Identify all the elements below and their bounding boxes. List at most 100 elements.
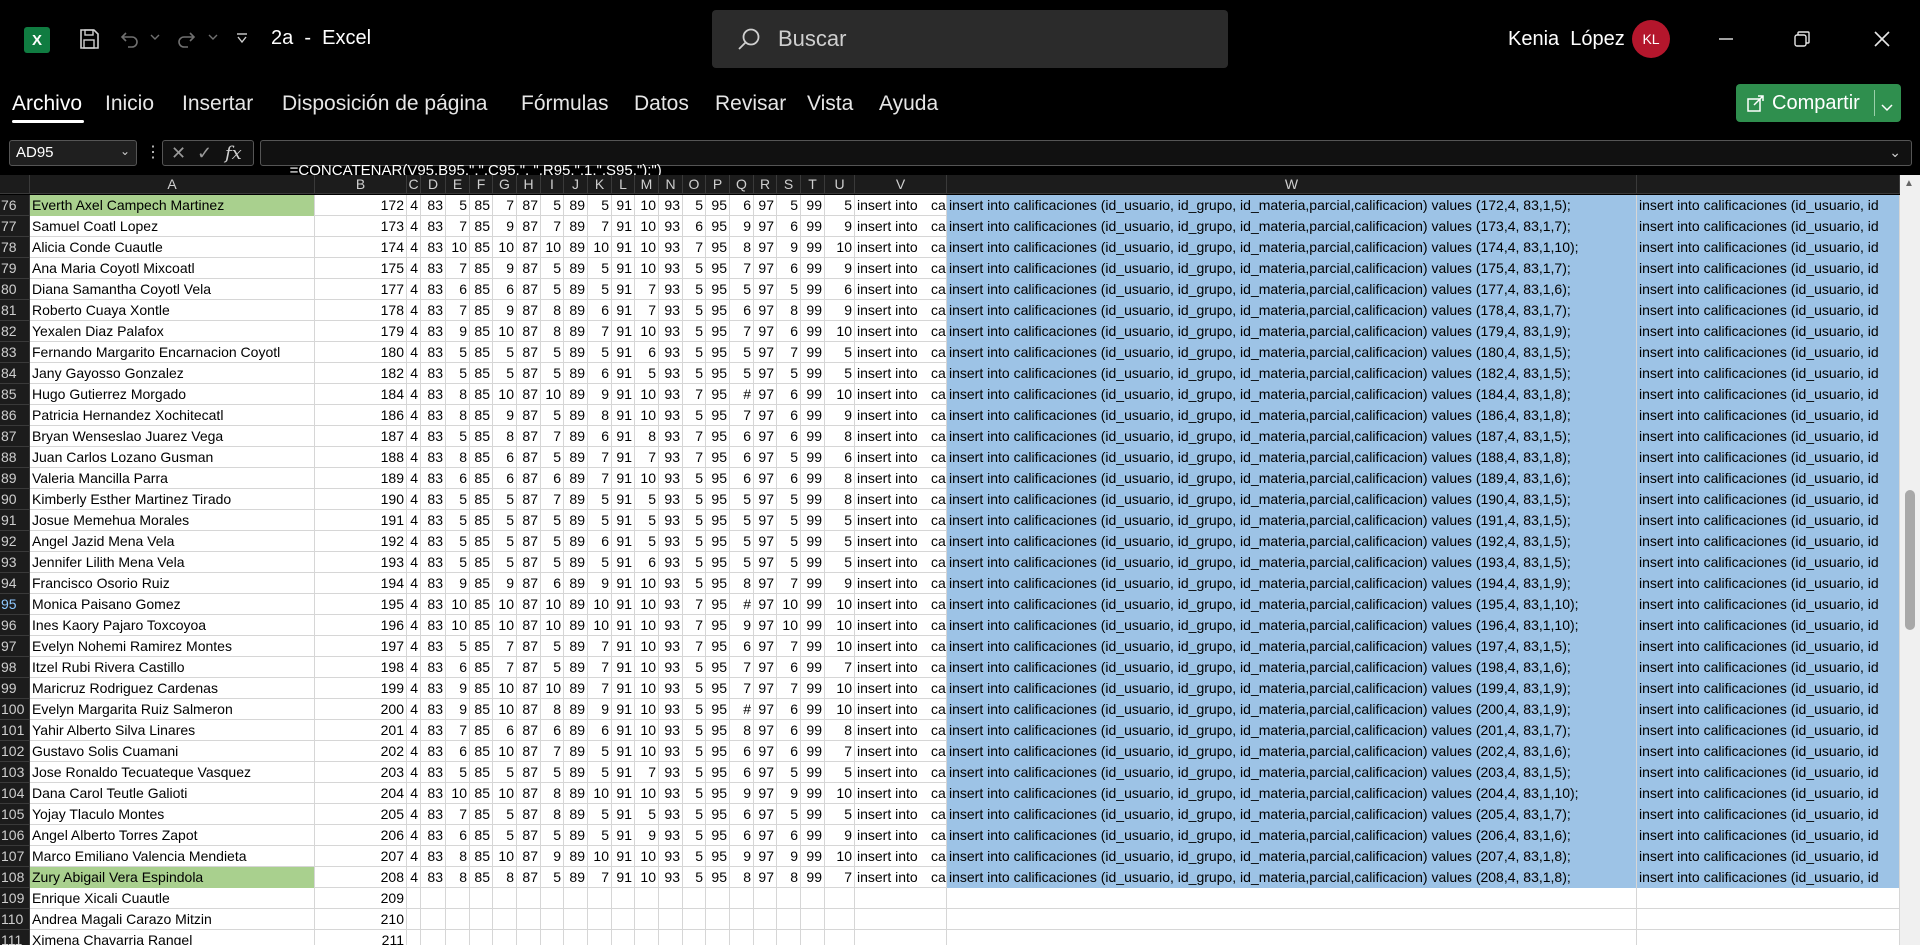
cell-s[interactable]: 6 xyxy=(777,258,801,279)
cell-r[interactable]: 97 xyxy=(754,762,777,783)
cell-m[interactable]: 10 xyxy=(635,846,659,867)
expand-formula-bar-icon[interactable]: ⌄ xyxy=(1889,144,1901,161)
cell-l[interactable]: 91 xyxy=(612,741,635,762)
cell-a[interactable]: Juan Carlos Lozano Gusman xyxy=(30,447,315,468)
cell-i[interactable]: 5 xyxy=(541,342,564,363)
cell-t[interactable]: 99 xyxy=(801,237,825,258)
cell-v[interactable]: insert into ca xyxy=(855,258,947,279)
cell-r[interactable]: 97 xyxy=(754,636,777,657)
cell-o[interactable]: 5 xyxy=(683,258,706,279)
cell-v[interactable]: insert into ca xyxy=(855,552,947,573)
cell-t[interactable]: 99 xyxy=(801,762,825,783)
cell-i[interactable]: 8 xyxy=(541,300,564,321)
cell-j[interactable]: 89 xyxy=(564,216,588,237)
cell-c[interactable]: 4 xyxy=(407,741,421,762)
cell-k[interactable]: 9 xyxy=(588,573,612,594)
cell-t[interactable]: 99 xyxy=(801,720,825,741)
cell-r[interactable]: 97 xyxy=(754,720,777,741)
enter-icon[interactable]: ✓ xyxy=(197,143,212,164)
cell-v[interactable] xyxy=(855,888,947,909)
cell-next[interactable]: insert into calificaciones (id_usuario, … xyxy=(1637,426,1900,447)
cell-e[interactable]: 8 xyxy=(446,447,470,468)
cell-t[interactable]: 99 xyxy=(801,657,825,678)
cell-j[interactable]: 89 xyxy=(564,279,588,300)
cell-v[interactable]: insert into ca xyxy=(855,573,947,594)
minimize-icon[interactable] xyxy=(1706,22,1746,56)
cell-j[interactable]: 89 xyxy=(564,342,588,363)
cell-next[interactable]: insert into calificaciones (id_usuario, … xyxy=(1637,741,1900,762)
cell-i[interactable]: 8 xyxy=(541,783,564,804)
cell-r[interactable]: 97 xyxy=(754,468,777,489)
cell-l[interactable]: 91 xyxy=(612,636,635,657)
cell-h[interactable]: 87 xyxy=(517,237,541,258)
cell-p[interactable]: 95 xyxy=(706,300,730,321)
cell-q[interactable]: 9 xyxy=(730,216,754,237)
cell-s[interactable]: 5 xyxy=(777,531,801,552)
cell-l[interactable]: 91 xyxy=(612,300,635,321)
cell-q[interactable]: 9 xyxy=(730,846,754,867)
cell-m[interactable]: 9 xyxy=(635,825,659,846)
cell-e[interactable]: 10 xyxy=(446,615,470,636)
cell-k[interactable]: 6 xyxy=(588,531,612,552)
tab-insertar[interactable]: Insertar xyxy=(182,92,253,116)
cell-s[interactable]: 9 xyxy=(777,783,801,804)
cell-g[interactable]: 6 xyxy=(493,279,517,300)
cell-d[interactable]: 83 xyxy=(421,867,446,888)
cell-r[interactable]: 97 xyxy=(754,615,777,636)
cell-j[interactable]: 89 xyxy=(564,699,588,720)
cell-f[interactable]: 85 xyxy=(470,804,493,825)
cell-p[interactable]: 95 xyxy=(706,363,730,384)
cell-p[interactable]: 95 xyxy=(706,636,730,657)
cell-b[interactable]: 178 xyxy=(315,300,407,321)
cell-p[interactable]: 95 xyxy=(706,342,730,363)
cell-f[interactable]: 85 xyxy=(470,762,493,783)
cell-b[interactable]: 189 xyxy=(315,468,407,489)
cell-n[interactable]: 93 xyxy=(659,300,683,321)
cell-p[interactable] xyxy=(706,909,730,930)
cell-t[interactable]: 99 xyxy=(801,573,825,594)
cell-r[interactable]: 97 xyxy=(754,783,777,804)
cell-k[interactable]: 5 xyxy=(588,804,612,825)
cell-u[interactable]: 10 xyxy=(825,678,855,699)
cell-a[interactable]: Ximena Chavarria Rangel xyxy=(30,930,315,945)
cell-q[interactable]: # xyxy=(730,384,754,405)
cell-v[interactable]: insert into ca xyxy=(855,678,947,699)
cell-g[interactable]: 9 xyxy=(493,405,517,426)
cell-next[interactable]: insert into calificaciones (id_usuario, … xyxy=(1637,279,1900,300)
column-header-r[interactable]: R xyxy=(754,175,777,194)
cell-a[interactable]: Yojay Tlaculo Montes xyxy=(30,804,315,825)
cell-e[interactable]: 5 xyxy=(446,426,470,447)
cell-next[interactable]: insert into calificaciones (id_usuario, … xyxy=(1637,531,1900,552)
cell-g[interactable]: 10 xyxy=(493,678,517,699)
cell-q[interactable]: 8 xyxy=(730,720,754,741)
cell-p[interactable]: 95 xyxy=(706,426,730,447)
column-header-e[interactable]: E xyxy=(446,175,470,194)
cell-g[interactable]: 10 xyxy=(493,594,517,615)
cell-next[interactable]: insert into calificaciones (id_usuario, … xyxy=(1637,510,1900,531)
cell-l[interactable]: 91 xyxy=(612,825,635,846)
cell-w[interactable] xyxy=(947,909,1637,930)
cell-u[interactable]: 10 xyxy=(825,636,855,657)
cell-v[interactable]: insert into ca xyxy=(855,762,947,783)
tab-disposicion-de-pagina[interactable]: Disposición de página xyxy=(282,92,487,116)
row-header[interactable]: 110 xyxy=(0,909,30,930)
cell-k[interactable]: 6 xyxy=(588,426,612,447)
cell-e[interactable]: 6 xyxy=(446,279,470,300)
cell-r[interactable]: 97 xyxy=(754,447,777,468)
cell-c[interactable]: 4 xyxy=(407,363,421,384)
cell-m[interactable] xyxy=(635,888,659,909)
cell-u[interactable]: 7 xyxy=(825,741,855,762)
cell-a[interactable]: Josue Memehua Morales xyxy=(30,510,315,531)
cell-g[interactable] xyxy=(493,909,517,930)
cell-b[interactable]: 194 xyxy=(315,573,407,594)
cell-j[interactable]: 89 xyxy=(564,741,588,762)
cell-f[interactable]: 85 xyxy=(470,300,493,321)
cell-k[interactable]: 7 xyxy=(588,636,612,657)
cell-n[interactable]: 93 xyxy=(659,510,683,531)
cell-w[interactable]: insert into calificaciones (id_usuario, … xyxy=(947,216,1637,237)
cell-d[interactable]: 83 xyxy=(421,594,446,615)
cell-v[interactable]: insert into ca xyxy=(855,741,947,762)
cell-b[interactable]: 179 xyxy=(315,321,407,342)
cell-q[interactable] xyxy=(730,888,754,909)
cell-r[interactable] xyxy=(754,930,777,945)
